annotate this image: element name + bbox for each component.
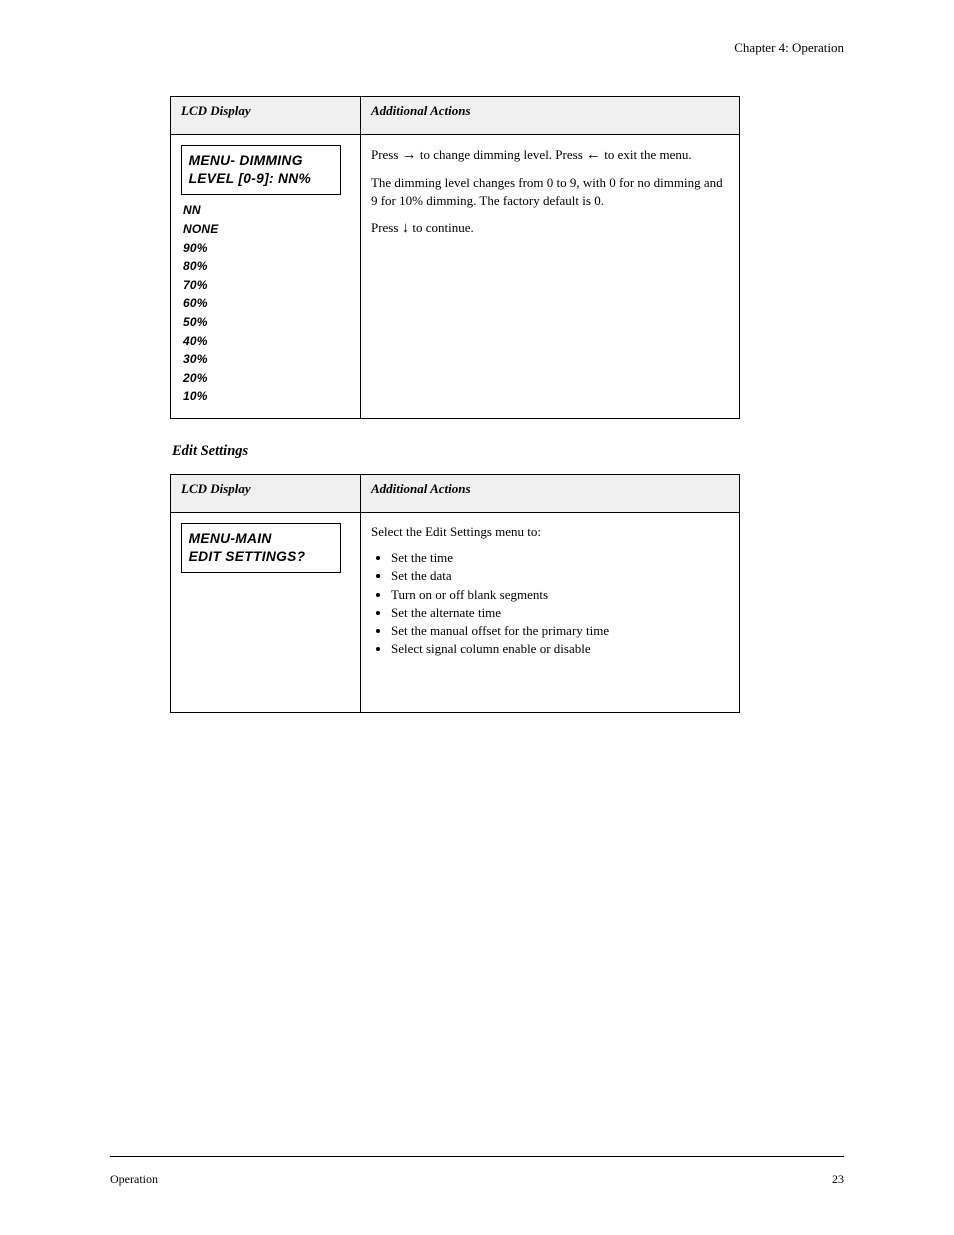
action-cell: Press → to change dimming level. Press ←… [360,135,739,419]
footer-divider [110,1156,844,1157]
action-cell: Select the Edit Settings menu to: Set th… [360,512,739,712]
lcd-box: MENU- DIMMING LEVEL [0-9]: NN% [181,145,341,195]
col-header-display: LCD Display [171,474,361,512]
level-item: NONE [181,220,350,239]
lcd-box: MENU-MAIN EDIT SETTINGS? [181,523,341,573]
list-item: Select signal column enable or disable [391,640,729,658]
display-cell: MENU- DIMMING LEVEL [0-9]: NN% NN NONE 9… [171,135,361,419]
lcd-line: MENU-MAIN [189,530,334,548]
level-item: 10% [181,387,350,406]
arrow-right-icon: → [402,147,417,163]
list-item: Turn on or off blank segments [391,586,729,604]
action-para: Press ↓ to continue. [371,218,729,239]
list-item: Set the time [391,549,729,567]
footer-left: Operation [110,1172,158,1187]
footer-page-number: 23 [832,1172,844,1187]
level-item: 70% [181,276,350,295]
level-item: 30% [181,350,350,369]
arrow-left-icon: ← [586,147,601,163]
col-header-action: Additional Actions [360,97,739,135]
level-item: 50% [181,313,350,332]
level-item: 60% [181,294,350,313]
lcd-line: MENU- DIMMING [189,152,334,170]
level-item: 90% [181,239,350,258]
col-header-display: LCD Display [171,97,361,135]
level-item: 40% [181,332,350,351]
lcd-line: EDIT SETTINGS? [189,548,334,566]
edit-settings-table: LCD Display Additional Actions MENU-MAIN… [170,474,740,713]
display-cell: MENU-MAIN EDIT SETTINGS? [171,512,361,712]
lcd-sublabel: NN [181,201,350,220]
lcd-line: LEVEL [0-9]: NN% [189,170,334,188]
section-title: Edit Settings [172,443,844,460]
list-item: Set the manual offset for the primary ti… [391,622,729,640]
chapter-header: Chapter 4: Operation [170,40,844,56]
dimming-table: LCD Display Additional Actions MENU- DIM… [170,96,740,419]
action-para: Press → to change dimming level. Press ←… [371,145,729,166]
level-item: 80% [181,257,350,276]
col-header-action: Additional Actions [360,474,739,512]
list-item: Set the alternate time [391,604,729,622]
action-para: Select the Edit Settings menu to: [371,523,729,541]
level-item: 20% [181,369,350,388]
list-item: Set the data [391,567,729,585]
action-para: The dimming level changes from 0 to 9, w… [371,174,729,210]
